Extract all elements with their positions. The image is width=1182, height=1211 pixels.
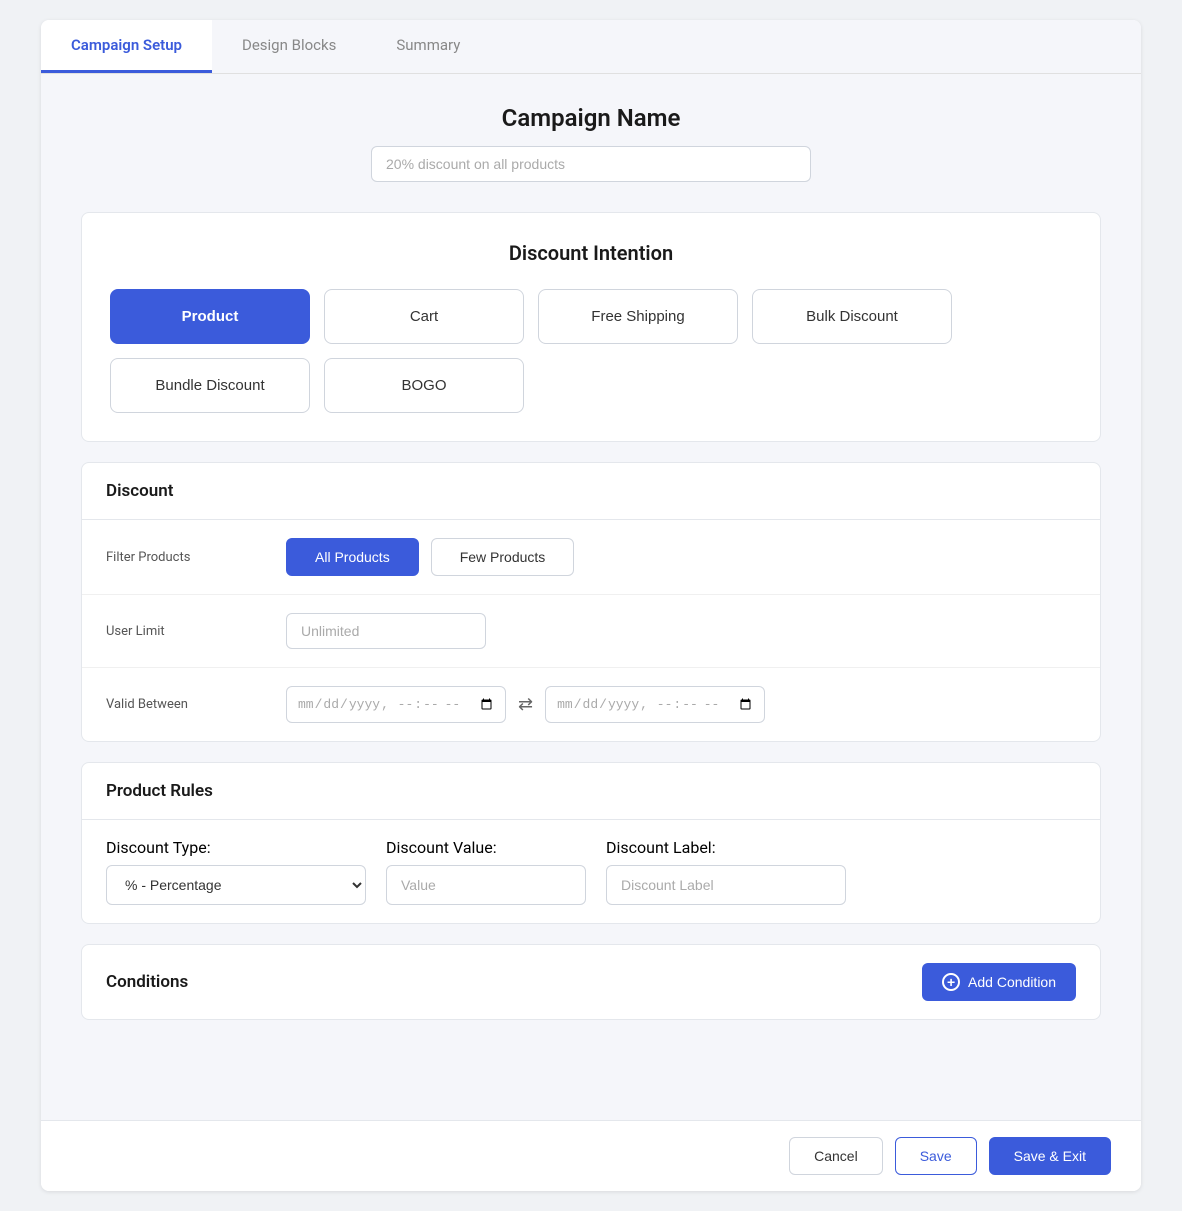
campaign-name-input[interactable] xyxy=(371,146,811,182)
discount-section-header: Discount xyxy=(82,463,1100,520)
product-rules-body: Discount Type: Discount Value: Discount … xyxy=(82,820,1100,923)
user-limit-controls xyxy=(286,613,1076,649)
pr-inputs-row: % - Percentage $ - Fixed Amount Fixed Pr… xyxy=(106,865,1076,905)
intention-row-2: Bundle Discount BOGO xyxy=(110,358,1072,413)
cancel-button[interactable]: Cancel xyxy=(789,1137,883,1175)
page-container: Campaign Setup Design Blocks Summary Cam… xyxy=(41,20,1141,1191)
add-condition-label: Add Condition xyxy=(968,974,1056,990)
date-start-input[interactable] xyxy=(286,686,506,723)
product-rules-card: Product Rules Discount Type: Discount Va… xyxy=(81,762,1101,924)
discount-label-input[interactable] xyxy=(606,865,846,905)
campaign-name-section: Campaign Name xyxy=(81,104,1101,182)
user-limit-label: User Limit xyxy=(106,624,266,639)
intention-btn-free-shipping[interactable]: Free Shipping xyxy=(538,289,738,344)
filter-few-products-btn[interactable]: Few Products xyxy=(431,538,575,576)
discount-label-label: Discount Label: xyxy=(606,838,846,857)
user-limit-input[interactable] xyxy=(286,613,486,649)
discount-value-label: Discount Value: xyxy=(386,838,586,857)
intention-row-1: Product Cart Free Shipping Bulk Discount xyxy=(110,289,1072,344)
valid-between-controls: ⇄ xyxy=(286,686,1076,723)
discount-type-select[interactable]: % - Percentage $ - Fixed Amount Fixed Pr… xyxy=(106,865,366,905)
filter-products-row: Filter Products All Products Few Product… xyxy=(82,520,1100,595)
discount-value-input[interactable] xyxy=(386,865,586,905)
tab-summary[interactable]: Summary xyxy=(366,20,490,73)
swap-icon: ⇄ xyxy=(518,694,533,715)
valid-between-row: Valid Between ⇄ xyxy=(82,668,1100,741)
plus-circle-icon: + xyxy=(942,973,960,991)
intention-btn-product[interactable]: Product xyxy=(110,289,310,344)
date-end-input[interactable] xyxy=(545,686,765,723)
filter-products-label: Filter Products xyxy=(106,550,266,565)
intention-btn-bulk-discount[interactable]: Bulk Discount xyxy=(752,289,952,344)
campaign-name-title: Campaign Name xyxy=(81,104,1101,132)
footer: Cancel Save Save & Exit xyxy=(41,1120,1141,1191)
product-rules-header: Product Rules xyxy=(82,763,1100,820)
filter-all-products-btn[interactable]: All Products xyxy=(286,538,419,576)
intention-btn-bogo[interactable]: BOGO xyxy=(324,358,524,413)
discount-intention-card: Discount Intention Product Cart Free Shi… xyxy=(81,212,1101,442)
discount-section-card: Discount Filter Products All Products Fe… xyxy=(81,462,1101,742)
valid-between-label: Valid Between xyxy=(106,697,266,712)
tab-campaign-setup[interactable]: Campaign Setup xyxy=(41,20,212,73)
intention-btn-cart[interactable]: Cart xyxy=(324,289,524,344)
intention-grid: Product Cart Free Shipping Bulk Discount… xyxy=(110,289,1072,413)
tab-design-blocks[interactable]: Design Blocks xyxy=(212,20,366,73)
conditions-header: Conditions + Add Condition xyxy=(82,945,1100,1019)
pr-labels-row: Discount Type: Discount Value: Discount … xyxy=(106,838,1076,857)
tabs: Campaign Setup Design Blocks Summary xyxy=(41,20,1141,74)
user-limit-row: User Limit xyxy=(82,595,1100,668)
discount-type-label: Discount Type: xyxy=(106,838,366,857)
save-button[interactable]: Save xyxy=(895,1137,977,1175)
intention-btn-bundle-discount[interactable]: Bundle Discount xyxy=(110,358,310,413)
filter-products-controls: All Products Few Products xyxy=(286,538,1076,576)
add-condition-button[interactable]: + Add Condition xyxy=(922,963,1076,1001)
save-exit-button[interactable]: Save & Exit xyxy=(989,1137,1111,1175)
discount-intention-title: Discount Intention xyxy=(110,241,1072,265)
conditions-title: Conditions xyxy=(106,972,188,992)
conditions-card: Conditions + Add Condition xyxy=(81,944,1101,1020)
content-area: Campaign Name Discount Intention Product… xyxy=(41,74,1141,1120)
